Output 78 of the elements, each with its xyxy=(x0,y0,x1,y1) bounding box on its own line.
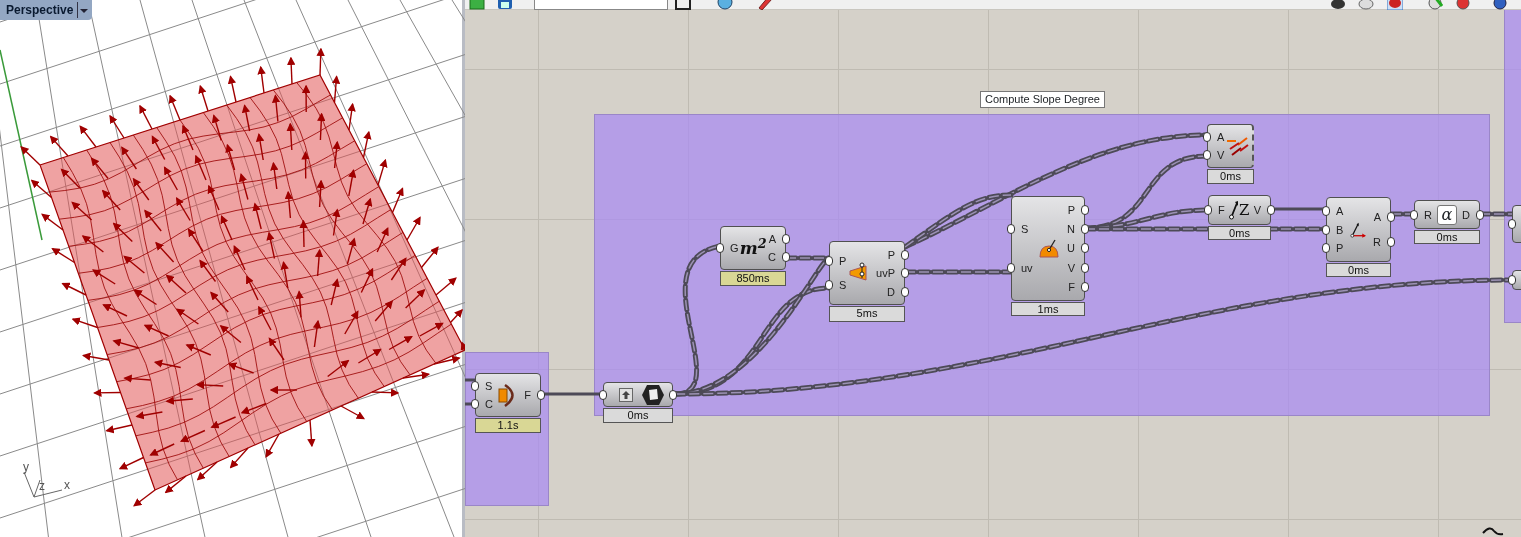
port-label: F xyxy=(524,389,531,401)
timing-label: 0ms xyxy=(1207,169,1254,184)
port-label: uv xyxy=(1021,261,1033,274)
timing-label: 1.1s xyxy=(475,418,541,433)
input-port[interactable] xyxy=(1204,205,1212,215)
port-label: F xyxy=(1068,280,1075,293)
output-port[interactable] xyxy=(1387,212,1395,222)
port-label: C xyxy=(768,251,776,263)
timing-label: 0ms xyxy=(603,408,673,423)
input-port[interactable] xyxy=(825,280,833,291)
port-label: S xyxy=(1021,223,1029,236)
port-label: V xyxy=(1253,204,1261,216)
output-port[interactable] xyxy=(537,390,545,400)
timing-label: 0ms xyxy=(1326,263,1391,277)
output-port[interactable] xyxy=(1081,224,1089,235)
timing-label: 0ms xyxy=(1414,230,1480,244)
port-label: A xyxy=(1217,131,1225,143)
input-port[interactable] xyxy=(825,255,833,266)
arrow-up-icon xyxy=(619,387,633,402)
input-port[interactable] xyxy=(1322,243,1330,254)
input-port[interactable] xyxy=(599,390,607,400)
port-label: P xyxy=(1067,204,1075,217)
output-port[interactable] xyxy=(901,268,909,278)
output-port[interactable] xyxy=(1387,237,1395,247)
port-label: V xyxy=(1217,149,1225,161)
port-label: G xyxy=(730,242,739,254)
port-label: P xyxy=(887,248,895,261)
output-port[interactable] xyxy=(901,249,909,260)
port-label: B xyxy=(1336,223,1344,236)
port-label: N xyxy=(1067,223,1075,236)
port-label: U xyxy=(1067,242,1075,255)
timing-label: 5ms xyxy=(829,306,905,322)
output-port[interactable] xyxy=(669,390,677,400)
caret-icon[interactable] xyxy=(77,2,89,18)
input-port[interactable] xyxy=(1322,224,1330,235)
port-label: A xyxy=(1336,204,1344,217)
output-port[interactable] xyxy=(1081,262,1089,273)
arrow-icon xyxy=(1228,200,1239,220)
output-port[interactable] xyxy=(1081,243,1089,254)
alpha-glyph: α xyxy=(1436,204,1458,225)
output-port[interactable] xyxy=(1267,205,1275,215)
input-port[interactable] xyxy=(1410,209,1418,220)
port-label: F xyxy=(1218,204,1225,216)
output-port[interactable] xyxy=(1476,209,1484,220)
area-glyph: m$^{2}$ xyxy=(739,239,767,257)
port-label: uvP xyxy=(876,267,895,279)
input-port[interactable] xyxy=(1508,275,1516,285)
port-label: A xyxy=(1373,211,1381,223)
port-label: P xyxy=(839,254,847,267)
port-label: P xyxy=(1336,242,1344,255)
input-port[interactable] xyxy=(1007,224,1015,235)
port-label: S xyxy=(485,380,493,392)
port-label: R xyxy=(1424,208,1432,221)
curve-icon xyxy=(1482,525,1504,537)
port-label: A xyxy=(768,233,776,245)
hexagon-icon xyxy=(641,383,665,406)
z-glyph: Z xyxy=(1238,199,1250,221)
timing-label: 0ms xyxy=(1208,226,1271,240)
timing-label: 1ms xyxy=(1011,302,1085,316)
axis-label: y xyxy=(23,461,29,473)
axis-label: x xyxy=(64,479,70,491)
viewport-tab[interactable]: Perspective xyxy=(0,0,93,20)
output-port[interactable] xyxy=(901,286,909,297)
input-port[interactable] xyxy=(716,243,724,253)
output-port[interactable] xyxy=(1081,281,1089,292)
axis-label: z xyxy=(39,480,45,492)
port-label: V xyxy=(1067,261,1075,274)
port-label: S xyxy=(839,279,847,292)
input-port[interactable] xyxy=(1322,205,1330,216)
port-label: D xyxy=(1462,208,1470,221)
timing-label: 850ms xyxy=(720,271,786,286)
input-port[interactable] xyxy=(1508,219,1516,229)
input-port[interactable] xyxy=(1007,262,1015,273)
output-port[interactable] xyxy=(1081,205,1089,216)
port-label: C xyxy=(485,398,493,410)
port-label: D xyxy=(887,285,895,298)
group-title: Compute Slope Degree xyxy=(980,91,1105,108)
port-label: R xyxy=(1373,236,1381,248)
